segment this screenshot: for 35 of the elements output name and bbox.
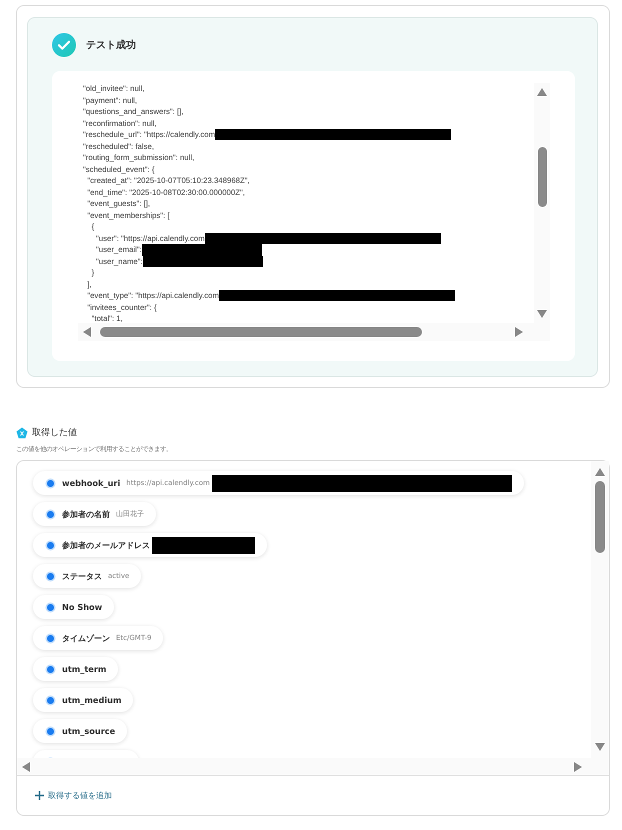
radio-dot-icon	[47, 510, 54, 518]
scroll-thumb[interactable]	[100, 327, 422, 337]
section-title: 取得した値	[32, 426, 77, 439]
variable-icon	[16, 426, 28, 438]
value-chip[interactable]: utm_medium	[33, 688, 134, 712]
scroll-left-icon[interactable]	[82, 326, 92, 338]
scroll-down-icon[interactable]	[536, 309, 548, 319]
scroll-left-icon[interactable]	[21, 760, 31, 772]
scroll-down-icon[interactable]	[594, 742, 606, 752]
scroll-up-icon[interactable]	[536, 87, 548, 97]
radio-dot-icon	[47, 542, 54, 548]
radio-dot-icon	[47, 604, 54, 610]
add-value-button[interactable]: 取得する値を追加	[35, 790, 112, 801]
vertical-scrollbar[interactable]	[591, 461, 609, 758]
radio-dot-icon	[47, 634, 54, 642]
scroll-thumb[interactable]	[538, 147, 546, 207]
value-chip[interactable]: No Show	[33, 595, 114, 619]
scroll-up-icon[interactable]	[594, 467, 606, 477]
value-chip[interactable]: utm_term	[33, 657, 118, 681]
radio-dot-icon	[47, 666, 54, 672]
value-chip[interactable]: utm_source	[33, 719, 128, 743]
scroll-right-icon[interactable]	[514, 326, 524, 338]
radio-dot-icon	[47, 696, 54, 704]
status-title: テスト成功	[86, 38, 136, 52]
vertical-scrollbar[interactable]	[534, 83, 550, 323]
plus-icon	[35, 791, 44, 800]
horizontal-scrollbar[interactable]	[78, 323, 550, 341]
radio-dot-icon	[47, 572, 54, 580]
radio-dot-icon	[47, 728, 54, 734]
scroll-thumb[interactable]	[595, 481, 605, 553]
scroll-right-icon[interactable]	[573, 760, 583, 772]
horizontal-scrollbar[interactable]	[17, 758, 609, 776]
check-icon	[52, 33, 76, 57]
radio-dot-icon	[47, 480, 54, 486]
value-chip[interactable]: 参加者のメールアドレス	[33, 533, 267, 557]
